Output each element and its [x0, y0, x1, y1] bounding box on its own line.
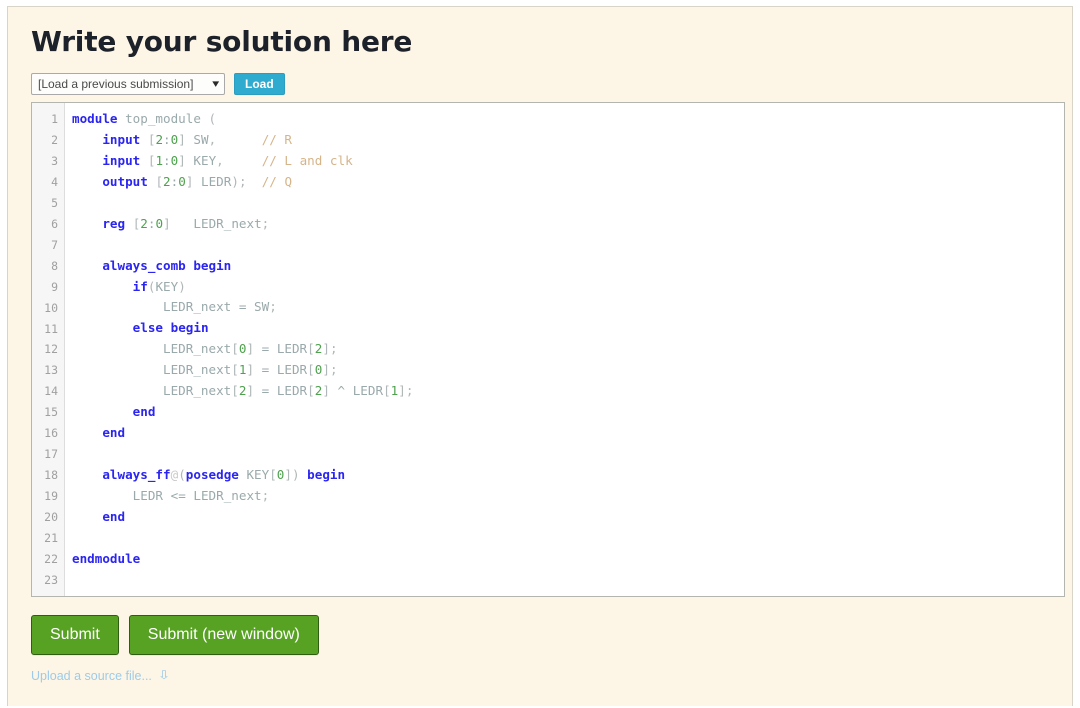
previous-submission-select[interactable]: [Load a previous submission] ▾: [31, 73, 225, 95]
line-number: 1: [51, 112, 58, 126]
line-number: 4: [51, 174, 58, 189]
code-line: LEDR_next[0] = LEDR[2];: [163, 341, 338, 357]
code-line: LEDR_next = SW;: [163, 299, 277, 315]
code-line: end: [102, 425, 126, 441]
line-number: 22: [44, 552, 58, 567]
page-title: Write your solution here: [31, 25, 413, 58]
code-line: endmodule: [72, 550, 141, 566]
code-line: input [2:0] SW, // R: [102, 131, 293, 147]
code-line: end: [102, 508, 126, 524]
line-number: 6: [51, 216, 58, 231]
line-number: 15: [44, 405, 58, 420]
submit-button-row: Submit Submit (new window): [31, 615, 1058, 655]
solution-editor-page: Write your solution here [Load a previou…: [0, 0, 1080, 708]
code-line: end: [132, 404, 156, 420]
line-number: 17: [44, 447, 58, 462]
line-number: 12: [44, 342, 58, 357]
solution-panel: Write your solution here [Load a previou…: [7, 6, 1073, 706]
line-number: 16: [44, 426, 58, 441]
code-line: LEDR_next[1] = LEDR[0];: [163, 362, 338, 378]
line-number: 3: [51, 153, 58, 168]
line-number: 21: [44, 531, 58, 546]
editor-toolbar: [Load a previous submission] ▾ Load: [31, 73, 1058, 95]
line-number: 13: [44, 363, 58, 378]
upload-source-file-link[interactable]: Upload a source file...: [31, 668, 152, 684]
double-chevron-down-icon[interactable]: ⇩: [157, 669, 170, 681]
upload-source-row: Upload a source file... ⇩: [31, 668, 1058, 684]
line-number: 19: [44, 489, 58, 504]
line-number: 14: [44, 384, 58, 399]
line-number: 5: [51, 195, 58, 210]
code-line: LEDR <= LEDR_next;: [132, 487, 270, 503]
chevron-down-icon: ▾: [212, 77, 220, 90]
code-line: input [1:0] KEY, // L and clk: [102, 152, 353, 168]
load-button[interactable]: Load: [234, 73, 285, 95]
line-number: 7: [51, 237, 58, 252]
code-line: always_ff@(posedge KEY[0]) begin: [102, 466, 346, 482]
line-number: 11: [44, 321, 58, 336]
line-number: 2: [51, 132, 58, 147]
code-content[interactable]: module top_module ( input [2:0] SW, // R…: [65, 103, 1064, 596]
code-line: always_comb begin: [102, 257, 232, 273]
line-number: 10: [44, 300, 58, 315]
submit-button[interactable]: Submit: [31, 615, 119, 655]
code-line: if(KEY): [132, 278, 186, 294]
line-number: 20: [44, 510, 58, 525]
code-line: else begin: [132, 320, 209, 336]
line-number: 8: [51, 258, 58, 273]
code-line: output [2:0] LEDR); // Q: [102, 173, 293, 189]
line-number: 18: [44, 468, 58, 483]
previous-submission-select-value: [Load a previous submission]: [38, 77, 194, 91]
code-line: module top_module (: [72, 111, 217, 126]
code-line: reg [2:0] LEDR_next;: [102, 215, 270, 231]
code-line: LEDR_next[2] = LEDR[2] ^ LEDR[1];: [163, 383, 414, 399]
line-number: 23: [44, 572, 58, 587]
code-editor[interactable]: 1 2 3 4 5 6 7 8 9 10 11 12 13 14 15 16 17 18 19 20 21 22 23 mo…: [31, 102, 1065, 597]
submit-new-window-button[interactable]: Submit (new window): [128, 615, 319, 655]
line-number-gutter: 1 2 3 4 5 6 7 8 9 10 11 12 13 14 15 16 17 18 19 20 21 22 23: [32, 103, 65, 596]
line-number: 9: [51, 279, 58, 294]
